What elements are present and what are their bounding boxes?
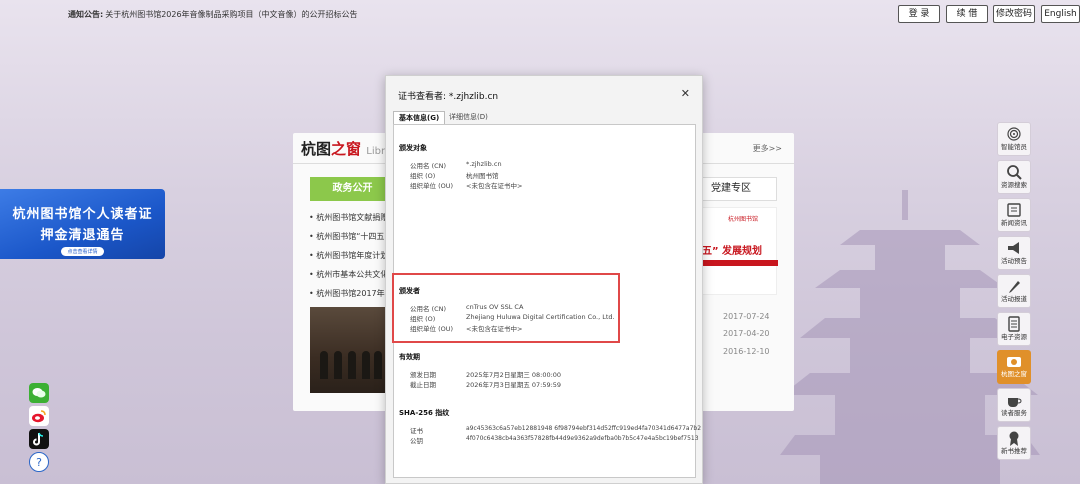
issued-by-heading: 颁发者 [399,287,420,295]
dialog-body: 颁发对象 公用名 (CN) *.zjhzlib.cn 组织 (O) 杭州图书馆 … [392,124,701,478]
field-value: a9c45363c6a57eb12881948 6f98794ebf314d52… [466,425,702,432]
field-key: 公用名 (CN) [410,305,447,313]
notice-ticker[interactable]: 通知公告: 关于杭州图书馆2026年音像制品采购项目（中文音像）的公开招标公告 [68,9,358,20]
news-item[interactable]: 杭州图书馆文献捐赠 [309,212,388,223]
sidebar-item-label: 杭图之窗 [1001,370,1027,378]
sidebar-item-label: 活动报道 [1001,295,1027,303]
close-icon[interactable]: ✕ [681,87,690,100]
camera-icon [1007,357,1021,367]
sidebar-item-award[interactable]: 新书推荐 [997,426,1031,460]
banner-cta[interactable]: 点击查看详情 [61,247,104,256]
tab-details[interactable]: 详细信息(D) [444,111,493,125]
field-key: 组织单位 (OU) [410,182,454,190]
field-value: <未包含在证书中> [466,325,523,333]
sidebar-item-label: 资源搜索 [1001,181,1027,189]
field-key: 组织单位 (OU) [410,325,454,333]
tab-general[interactable]: 基本信息(G) [393,111,446,125]
plan-text: 五” 发展规划 [702,246,763,257]
card-more-link[interactable]: 更多>> [753,143,782,154]
sidebar-item-label: 活动预告 [1001,257,1027,265]
field-key: 证书 [410,427,423,435]
pen-icon [1009,281,1020,293]
field-key: 组织 (O) [410,172,436,180]
banner-line1: 杭州图书馆个人读者证 [12,207,153,222]
field-value: 4f070c6438cb4a363f57828fb44d9e9362a9defb… [466,435,699,442]
notice-text[interactable]: 关于杭州图书馆2026年音像制品采购项目（中文音像）的公开招标公告 [105,10,357,19]
news-item[interactable]: 杭州图书馆年度计划 [309,250,388,261]
sidebar-item-label: 新书推荐 [1001,447,1027,455]
notice-label: 通知公告: [68,10,104,19]
fingerprint-heading: SHA-256 指纹 [399,409,450,417]
news-item[interactable]: 杭州市基本公共文化 [309,269,388,280]
english-button[interactable]: English [1041,5,1080,23]
weibo-icon[interactable] [29,406,49,426]
award-icon [1009,431,1019,446]
renew-button[interactable]: 续 借 [946,5,988,23]
tab-gov-affairs[interactable]: 政务公开 [310,177,395,201]
sidebar-item-coffee[interactable]: 读者服务 [997,388,1031,422]
field-key: 公钥 [410,437,423,445]
megaphone-icon [1008,242,1019,254]
search-icon [1007,165,1022,180]
sidebar-item-label: 电子资源 [1001,333,1027,341]
news-date: 2017-04-20 [723,329,770,338]
sidebar-item-database[interactable]: 电子资源 [997,312,1031,346]
sidebar-item-fingerprint[interactable]: 智能馆员 [997,122,1031,156]
card-title-accent: 之窗 [331,140,362,158]
validity-heading: 有效期 [399,353,420,361]
field-key: 截止日期 [410,381,436,389]
login-button[interactable]: 登 录 [898,5,940,23]
news-date: 2017-07-24 [723,312,770,321]
field-key: 公用名 (CN) [410,162,447,170]
sidebar-item-camera[interactable]: 杭图之窗 [997,350,1031,384]
news-photo[interactable] [310,307,385,393]
sidebar-item-newspaper[interactable]: 新闻资讯 [997,198,1031,232]
plan-logo: 杭州图书馆 [727,216,758,223]
fingerprint-icon [1007,127,1021,141]
news-item[interactable]: 杭州图书馆“十四五 [309,231,384,242]
top-bar: 通知公告: 关于杭州图书馆2026年音像制品采购项目（中文音像）的公开招标公告 登… [0,0,1080,28]
certificate-viewer-dialog: 证书查看者: *.zjhzlib.cn ✕ 基本信息(G) 详细信息(D) 颁发… [385,75,703,484]
svg-text:?: ? [36,456,42,469]
dialog-title: 证书查看者: *.zjhzlib.cn [398,92,499,102]
news-date: 2016-12-10 [723,347,770,356]
newspaper-icon [1007,203,1021,217]
field-value: *.zjhzlib.cn [466,160,502,168]
field-key: 颁发日期 [410,371,436,379]
sidebar-item-label: 智能馆员 [1001,143,1027,151]
wechat-icon[interactable] [29,383,49,403]
field-value: 杭州图书馆 [466,172,499,180]
issued-to-heading: 颁发对象 [399,144,427,152]
card-title: 杭图之窗 Libra [301,138,391,159]
sidebar-item-search[interactable]: 资源搜索 [997,160,1031,194]
douyin-icon[interactable] [29,429,49,449]
field-value: 2026年7月3日星期五 07:59:59 [466,381,562,389]
field-value: <未包含在证书中> [466,182,523,190]
field-value: cnTrus OV SSL CA [466,303,524,311]
database-icon [1008,316,1020,332]
deposit-refund-banner[interactable]: 杭州图书馆个人读者证 押金清退通告 点击查看详情 [0,189,165,259]
sidebar-item-label: 新闻资讯 [1001,219,1027,227]
help-icon[interactable]: ? [29,452,49,472]
coffee-icon [1008,398,1022,407]
field-key: 组织 (O) [410,315,436,323]
field-value: 2025年7月2日星期三 08:00:00 [466,371,562,379]
sidebar-item-label: 读者服务 [1001,409,1027,417]
sidebar-item-pen[interactable]: 活动报道 [997,274,1031,308]
card-title-main: 杭图 [301,140,332,158]
news-item[interactable]: 杭州图书馆2017年 [309,288,384,299]
field-value: Zhejiang Huluwa Digital Certification Co… [466,313,615,321]
sidebar-item-megaphone[interactable]: 活动预告 [997,236,1031,270]
banner-line2: 押金清退通告 [40,228,125,243]
change-password-button[interactable]: 修改密码 [993,5,1035,23]
